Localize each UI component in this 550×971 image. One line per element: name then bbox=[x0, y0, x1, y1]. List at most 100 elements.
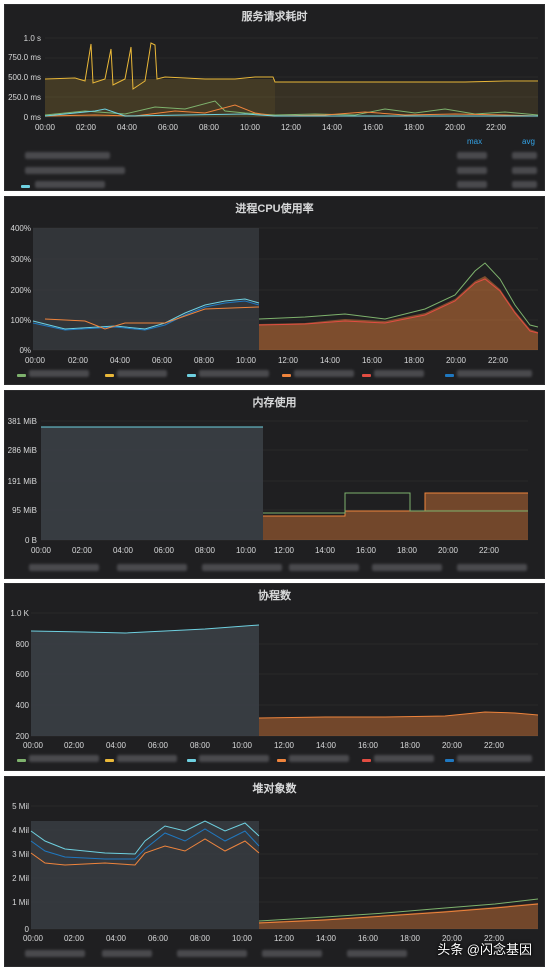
x-tick: 16:00 bbox=[358, 741, 379, 750]
x-tick: 12:00 bbox=[274, 934, 295, 943]
x-tick: 04:00 bbox=[106, 741, 127, 750]
x-tick: 08:00 bbox=[199, 123, 220, 132]
x-tick: 08:00 bbox=[190, 934, 211, 943]
x-tick: 00:00 bbox=[23, 934, 44, 943]
legend-header-avg[interactable]: avg bbox=[522, 137, 535, 146]
x-tick: 12:00 bbox=[281, 123, 302, 132]
y-tick: 500.0 ms bbox=[8, 73, 41, 82]
x-tick: 06:00 bbox=[154, 546, 175, 555]
x-tick: 00:00 bbox=[31, 546, 52, 555]
panel-memory-usage: 内存使用 381 MiB 286 MiB 191 MiB 95 MiB 0 B … bbox=[4, 390, 545, 579]
x-tick: 20:00 bbox=[445, 123, 466, 132]
x-tick: 18:00 bbox=[400, 741, 421, 750]
y-tick: 400% bbox=[11, 224, 31, 233]
y-tick: 250.0 ms bbox=[8, 93, 41, 102]
x-tick: 18:00 bbox=[404, 356, 425, 365]
y-tick: 1 Mil bbox=[12, 898, 29, 907]
x-axis-ticks: 00:00 02:00 04:00 06:00 08:00 10:00 12:0… bbox=[35, 123, 507, 132]
x-tick: 02:00 bbox=[72, 546, 93, 555]
x-tick: 08:00 bbox=[190, 741, 211, 750]
x-tick: 08:00 bbox=[195, 546, 216, 555]
y-tick: 800 bbox=[16, 640, 30, 649]
x-tick: 06:00 bbox=[148, 934, 169, 943]
y-tick: 4 Mil bbox=[12, 826, 29, 835]
x-tick: 06:00 bbox=[152, 356, 173, 365]
x-tick: 16:00 bbox=[358, 934, 379, 943]
x-tick: 12:00 bbox=[278, 356, 299, 365]
cpu-chart: 400% 300% 200% 100% 0% 00:00 02:00 04:00… bbox=[11, 224, 539, 365]
y-tick: 0 bbox=[25, 925, 30, 934]
x-tick: 18:00 bbox=[404, 123, 425, 132]
x-tick: 14:00 bbox=[316, 741, 337, 750]
watermark: 头条 @闪念基因 bbox=[437, 942, 532, 957]
x-tick: 16:00 bbox=[363, 123, 384, 132]
x-tick: 00:00 bbox=[25, 356, 46, 365]
x-tick: 22:00 bbox=[488, 356, 509, 365]
x-tick: 14:00 bbox=[316, 934, 337, 943]
panel-request-latency: 服务请求耗时 1.0 s 750.0 ms 500.0 ms 250.0 ms … bbox=[4, 4, 545, 191]
y-tick: 400 bbox=[16, 701, 30, 710]
y-tick: 286 MiB bbox=[8, 446, 37, 455]
panel-cpu-usage: 进程CPU使用率 400% 300% 200% 100% 0% 00:00 02… bbox=[4, 196, 545, 385]
x-tick: 04:00 bbox=[113, 546, 134, 555]
x-tick: 02:00 bbox=[68, 356, 89, 365]
x-tick: 14:00 bbox=[322, 123, 343, 132]
y-tick: 0% bbox=[19, 346, 31, 355]
heap-objects-chart: 5 Mil 4 Mil 3 Mil 2 Mil 1 Mil 0 00:00 02… bbox=[12, 802, 539, 943]
y-tick: 0 ms bbox=[24, 113, 41, 122]
x-tick: 18:00 bbox=[400, 934, 421, 943]
panel-heap-objects: 堆对象数 5 Mil 4 Mil 3 Mil 2 Mil 1 Mil 0 00:… bbox=[4, 776, 545, 967]
x-tick: 22:00 bbox=[484, 741, 505, 750]
x-tick: 10:00 bbox=[236, 356, 257, 365]
legend-item[interactable] bbox=[17, 152, 537, 164]
y-tick: 200% bbox=[11, 286, 31, 295]
legend-header-max[interactable]: max bbox=[467, 137, 482, 146]
latency-chart: 1.0 s 750.0 ms 500.0 ms 250.0 ms 0 ms 00… bbox=[8, 34, 539, 132]
x-tick: 18:00 bbox=[397, 546, 418, 555]
x-tick: 10:00 bbox=[232, 934, 253, 943]
x-tick: 10:00 bbox=[232, 741, 253, 750]
x-tick: 04:00 bbox=[110, 356, 131, 365]
legend[interactable] bbox=[17, 370, 537, 382]
legend-item[interactable] bbox=[17, 167, 537, 179]
memory-chart: 381 MiB 286 MiB 191 MiB 95 MiB 0 B 00:00… bbox=[8, 417, 528, 555]
legend[interactable] bbox=[17, 950, 437, 962]
x-tick: 00:00 bbox=[35, 123, 56, 132]
y-tick: 3 Mil bbox=[12, 850, 29, 859]
x-tick: 06:00 bbox=[148, 741, 169, 750]
y-tick: 1.0 K bbox=[10, 609, 29, 618]
x-tick: 12:00 bbox=[274, 741, 295, 750]
x-tick: 06:00 bbox=[158, 123, 179, 132]
x-tick: 20:00 bbox=[446, 356, 467, 365]
x-tick: 10:00 bbox=[236, 546, 257, 555]
series bbox=[44, 42, 539, 117]
legend[interactable] bbox=[17, 755, 537, 767]
y-tick: 191 MiB bbox=[8, 477, 37, 486]
legend[interactable] bbox=[17, 564, 537, 576]
x-tick: 14:00 bbox=[320, 356, 341, 365]
y-tick: 750.0 ms bbox=[8, 53, 41, 62]
y-tick: 2 Mil bbox=[12, 874, 29, 883]
x-tick: 22:00 bbox=[479, 546, 500, 555]
x-tick: 04:00 bbox=[106, 934, 127, 943]
x-tick: 22:00 bbox=[486, 123, 507, 132]
y-tick: 95 MiB bbox=[12, 506, 37, 515]
legend-item[interactable] bbox=[17, 181, 537, 193]
y-axis-ticks: 1.0 s 750.0 ms 500.0 ms 250.0 ms 0 ms bbox=[8, 34, 41, 122]
y-tick: 100% bbox=[11, 316, 31, 325]
x-tick: 14:00 bbox=[315, 546, 336, 555]
x-tick: 04:00 bbox=[117, 123, 138, 132]
y-tick: 0 B bbox=[25, 536, 37, 545]
x-tick: 02:00 bbox=[64, 934, 85, 943]
x-tick: 00:00 bbox=[23, 741, 44, 750]
y-tick: 1.0 s bbox=[24, 34, 41, 43]
y-tick: 200 bbox=[16, 732, 30, 741]
x-tick: 12:00 bbox=[274, 546, 295, 555]
x-tick: 20:00 bbox=[438, 546, 459, 555]
panel-goroutines: 协程数 1.0 K 800 600 400 200 00:00 02:00 04… bbox=[4, 583, 545, 771]
y-tick: 600 bbox=[16, 670, 30, 679]
x-tick: 02:00 bbox=[64, 741, 85, 750]
x-tick: 20:00 bbox=[442, 741, 463, 750]
x-tick: 16:00 bbox=[356, 546, 377, 555]
y-tick: 5 Mil bbox=[12, 802, 29, 811]
